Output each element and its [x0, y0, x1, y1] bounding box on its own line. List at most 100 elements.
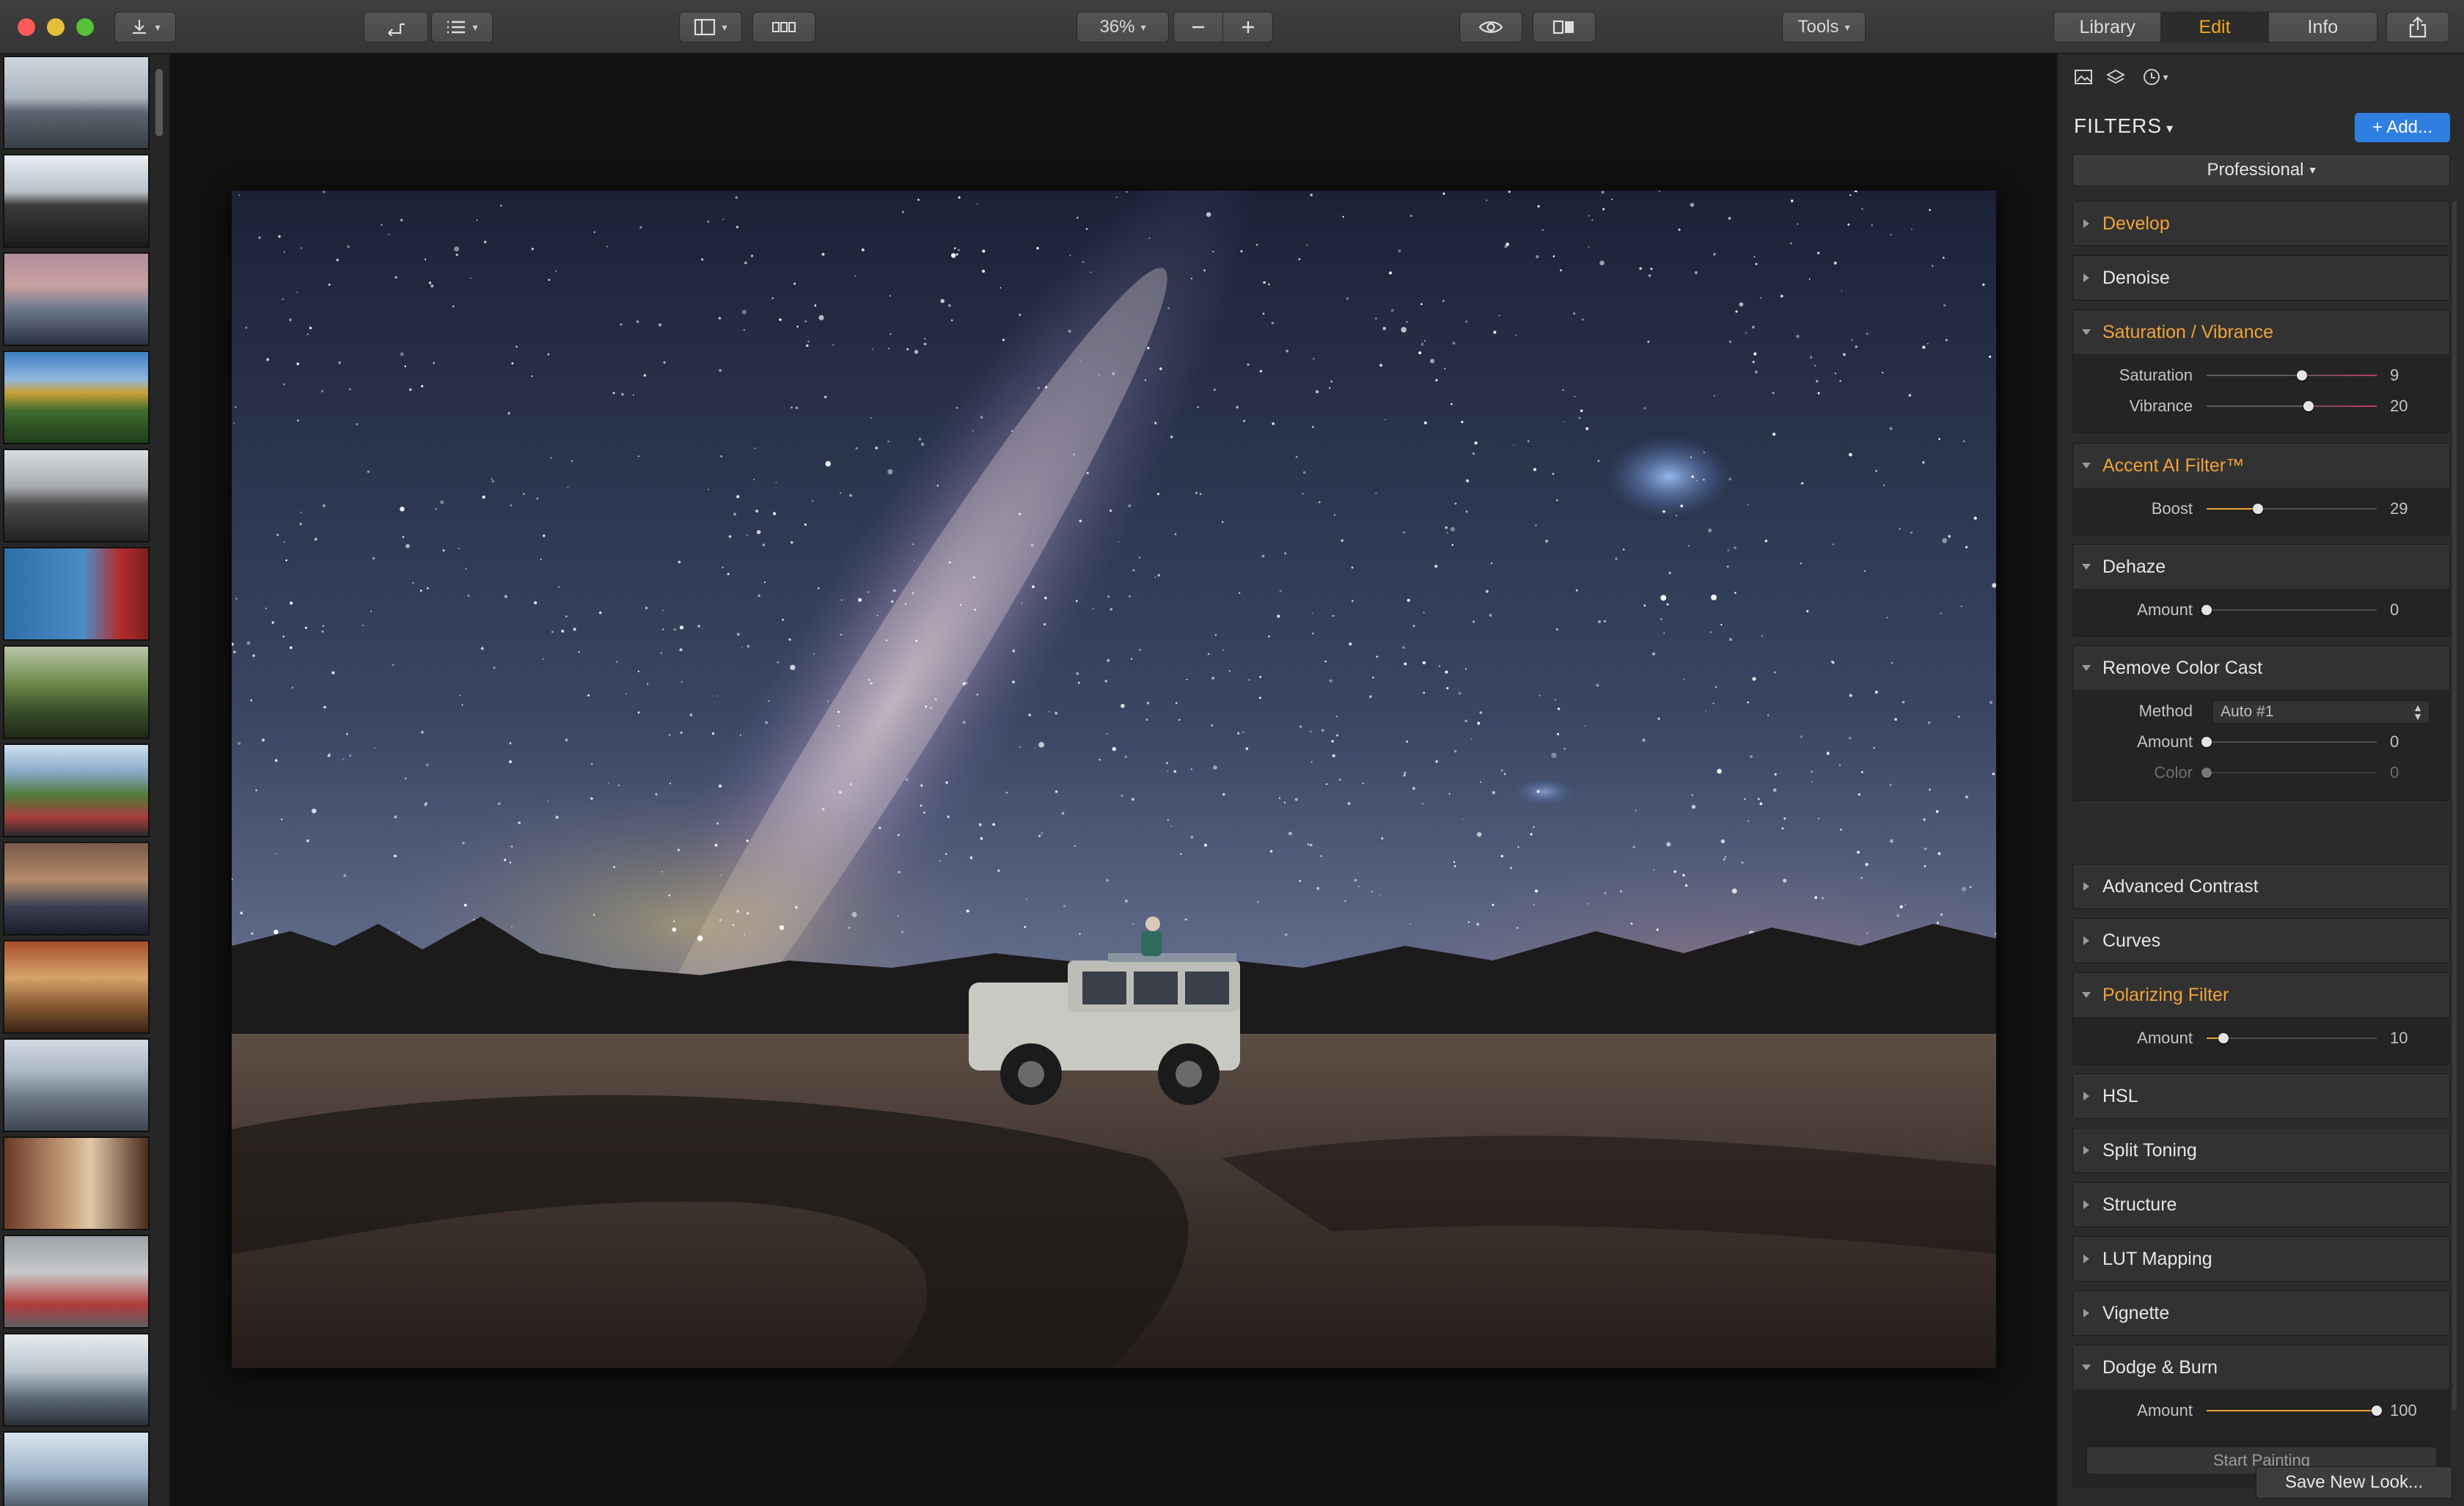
back-button[interactable]: [364, 12, 428, 43]
filter-polarizing-header[interactable]: Polarizing Filter: [2073, 973, 2449, 1017]
thumbnail-golden-pavilion[interactable]: [3, 350, 150, 444]
star: [1648, 273, 1651, 277]
filter-contrast-header[interactable]: Advanced Contrast: [2073, 864, 2449, 908]
main-photo: [232, 191, 1996, 1368]
slider-value: 10: [2390, 1029, 2408, 1047]
star: [1923, 818, 1926, 821]
tab-library[interactable]: Library: [2054, 12, 2162, 42]
dodge-amount-slider[interactable]: [2207, 1406, 2382, 1416]
thumbnail-blue-wall[interactable]: [3, 547, 150, 641]
share-button[interactable]: [2386, 12, 2449, 43]
star: [1121, 704, 1125, 708]
star: [1214, 634, 1217, 636]
star: [832, 344, 835, 346]
star: [347, 245, 351, 249]
thumbnail-observatory[interactable]: [3, 1333, 150, 1427]
compare-button[interactable]: [1533, 12, 1596, 43]
thumbnail-buddha-statue[interactable]: [3, 449, 150, 543]
filter-split-header[interactable]: Split Toning: [2073, 1128, 2449, 1172]
tools-menu-button[interactable]: Tools ▾: [1782, 12, 1866, 43]
star: [276, 533, 279, 537]
slider-knob[interactable]: [2201, 768, 2212, 778]
slider-knob[interactable]: [2201, 737, 2212, 747]
star: [1860, 207, 1863, 210]
slider-knob[interactable]: [2218, 1033, 2229, 1043]
image-info-button[interactable]: [2071, 65, 2096, 89]
thumbnail-jizo-statue[interactable]: [3, 1235, 150, 1329]
filter-hsl-header[interactable]: HSL: [2073, 1074, 2449, 1118]
thumbnail-city-aerial[interactable]: [3, 1038, 150, 1132]
saturation-slider[interactable]: [2207, 370, 2377, 381]
close-window-button[interactable]: [18, 18, 35, 36]
thumbnail-doll-figure[interactable]: [3, 1136, 150, 1230]
star: [1668, 571, 1671, 575]
filmstrip-scrollbar[interactable]: [155, 69, 163, 136]
filter-structure-header[interactable]: Structure: [2073, 1183, 2449, 1227]
thumbnail-skyline-dusk[interactable]: [3, 252, 150, 346]
star: [266, 358, 270, 361]
slider-knob[interactable]: [2201, 605, 2212, 615]
zoom-out-button[interactable]: [1174, 12, 1223, 42]
filter-lut-header[interactable]: LUT Mapping: [2073, 1237, 2449, 1281]
filter-denoise-header[interactable]: Denoise: [2073, 256, 2449, 300]
filter-dodge-header[interactable]: Dodge & Burn: [2073, 1345, 2449, 1389]
dehaze-slider[interactable]: [2201, 605, 2377, 615]
zoom-in-button[interactable]: [1223, 12, 1272, 42]
method-select[interactable]: Auto #1 ▲ ▼: [2212, 700, 2430, 724]
chevron-down-icon: ▾: [2166, 121, 2174, 136]
slider-knob[interactable]: [2303, 401, 2314, 411]
history-button[interactable]: ▾: [2137, 65, 2174, 89]
star: [1240, 250, 1243, 253]
filter-saturation-header[interactable]: Saturation / Vibrance: [2073, 310, 2449, 354]
panel-scrollbar[interactable]: [2452, 201, 2457, 1411]
star: [1351, 566, 1354, 569]
star: [1886, 617, 1888, 619]
thumbnail-shrine-gate[interactable]: [3, 743, 150, 837]
thumbnail-street-reflection[interactable]: [3, 842, 150, 936]
image-canvas[interactable]: [170, 54, 2056, 1506]
sort-button[interactable]: ▾: [431, 12, 493, 43]
polarizing-slider[interactable]: [2207, 1033, 2377, 1043]
slider-knob[interactable]: [2252, 504, 2263, 514]
star: [1858, 793, 1860, 796]
star: [1545, 540, 1549, 543]
layers-button[interactable]: [2103, 65, 2128, 89]
cast-amount-slider[interactable]: [2201, 737, 2377, 747]
star: [467, 594, 470, 598]
star: [252, 654, 255, 657]
add-filter-button[interactable]: + Add...: [2355, 113, 2450, 142]
filmstrip-toggle-button[interactable]: [752, 12, 815, 43]
filter-accent-header[interactable]: Accent AI Filter™: [2073, 444, 2449, 488]
star: [1759, 802, 1763, 806]
sidebar-toggle-button[interactable]: ▾: [679, 12, 742, 43]
thumbnail-garden-house[interactable]: [3, 645, 150, 739]
filters-title[interactable]: FILTERS ▾: [2074, 114, 2174, 138]
cast-color-slider[interactable]: [2201, 768, 2377, 778]
thumbnail-wooden-interior[interactable]: [3, 940, 150, 1034]
filter-colorcast-header[interactable]: Remove Color Cast: [2073, 646, 2449, 690]
thumbnail-city-harbor[interactable]: [3, 56, 150, 150]
tab-info[interactable]: Info: [2268, 12, 2377, 42]
thumbnail-tokyo-towers[interactable]: [3, 1431, 150, 1506]
preview-button[interactable]: [1459, 12, 1522, 43]
zoom-select[interactable]: 36% ▾: [1077, 12, 1169, 43]
boost-slider[interactable]: [2207, 504, 2377, 514]
preset-select[interactable]: Professional ▾: [2072, 154, 2450, 186]
zoom-window-button[interactable]: [76, 18, 94, 36]
save-new-look-button[interactable]: Save New Look...: [2256, 1466, 2452, 1499]
star: [855, 447, 858, 450]
star: [1651, 653, 1654, 655]
filter-develop-header[interactable]: Develop: [2073, 202, 2449, 246]
filter-vignette-header[interactable]: Vignette: [2073, 1291, 2449, 1335]
star: [482, 495, 485, 499]
export-button[interactable]: ▾: [114, 12, 176, 43]
tab-edit[interactable]: Edit: [2161, 12, 2269, 42]
filter-dehaze-header[interactable]: Dehaze: [2073, 545, 2449, 589]
minimize-window-button[interactable]: [47, 18, 65, 36]
slider-knob[interactable]: [2296, 370, 2307, 381]
filmstrip[interactable]: [0, 54, 170, 1506]
vibrance-slider[interactable]: [2207, 401, 2377, 411]
filter-curves-header[interactable]: Curves: [2073, 919, 2449, 963]
thumbnail-temple-roof[interactable]: [3, 154, 150, 248]
slider-knob[interactable]: [2372, 1406, 2382, 1416]
